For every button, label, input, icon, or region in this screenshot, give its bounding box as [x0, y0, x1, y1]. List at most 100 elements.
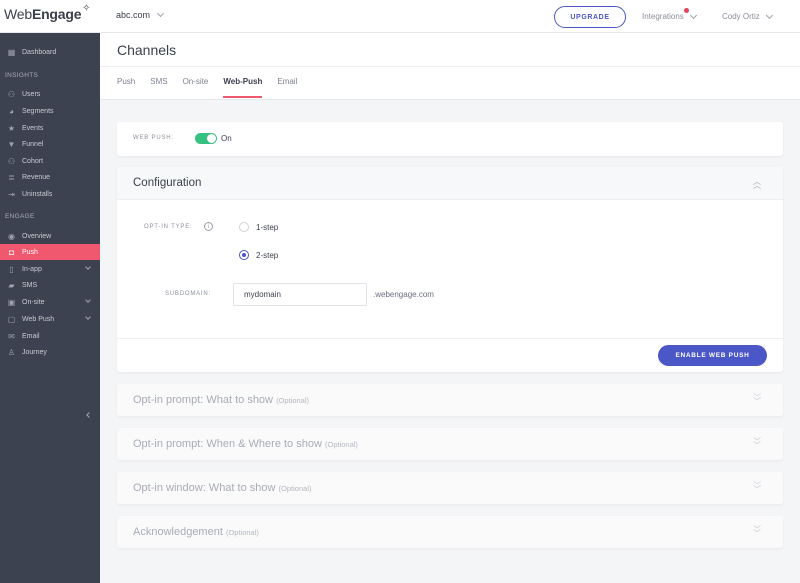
optional-note: (Optional) — [225, 528, 259, 537]
chevron-down-icon[interactable]: ﹀ ﹀ — [753, 438, 761, 450]
collapse-sidebar-icon[interactable] — [86, 412, 92, 418]
page-header: Channels Push SMS On-site Web-Push Email — [100, 33, 800, 100]
tab-sms[interactable]: SMS — [150, 77, 167, 98]
sidebar-item-label: Uninstalls — [22, 190, 53, 198]
sidebar-item-overview[interactable]: ◉ Overview — [0, 228, 100, 244]
sidebar-item-label: Journey — [22, 348, 47, 356]
on-site-icon: ▣ — [7, 297, 16, 307]
dashboard-icon: ▦ — [7, 47, 16, 57]
sidebar-item-journey[interactable]: ♙ Journey — [0, 344, 100, 360]
push-icon: ◘ — [9, 247, 14, 257]
chevron-down-icon[interactable]: ﹀ ﹀ — [753, 482, 761, 494]
optional-note: (Optional) — [324, 440, 358, 449]
info-icon[interactable]: i — [204, 222, 213, 231]
accordion-title: Opt-in prompt: What to show — [133, 394, 273, 406]
sidebar-item-web-push[interactable]: ▢ Web Push — [0, 311, 100, 327]
chevron-down-icon — [156, 9, 165, 18]
integrations-label: Integrations — [642, 12, 684, 21]
account-name: abc.com — [116, 10, 151, 20]
sidebar-item-events[interactable]: ★ Events — [0, 120, 100, 136]
sidebar-item-push[interactable]: ◘ Push — [0, 244, 100, 260]
sidebar-item-label: In-app — [22, 265, 42, 273]
sidebar-item-funnel[interactable]: ▼ Funnel — [0, 136, 100, 152]
accordion-title: Opt-in prompt: When & Where to show — [133, 438, 322, 450]
sidebar-item-uninstalls[interactable]: ⇥ Uninstalls — [0, 186, 100, 202]
web-push-status-card: WEB PUSH: On — [117, 122, 783, 156]
accordion-title: Opt-in window: What to show — [133, 482, 276, 494]
cohort-icon: ⚇ — [7, 156, 16, 166]
accordion-title: Acknowledgement — [133, 526, 223, 538]
subdomain-label: SUBDOMAIN: — [165, 291, 212, 297]
toggle-knob — [207, 134, 216, 143]
sidebar-item-on-site[interactable]: ▣ On-site — [0, 294, 100, 310]
sidebar-item-label: Events — [22, 124, 44, 132]
radio-1-step-label: 1-step — [256, 223, 279, 232]
in-app-icon: ▯ — [9, 264, 14, 274]
webengage-logo[interactable]: WebEngage ✧ — [4, 3, 91, 22]
radio-2-step[interactable] — [239, 250, 249, 260]
sidebar-item-label: Email — [22, 332, 40, 340]
sidebar-item-label: Cohort — [22, 157, 44, 165]
web-push-state: On — [221, 134, 232, 143]
channel-tabs: Push SMS On-site Web-Push Email — [117, 77, 297, 98]
sidebar-item-label: Revenue — [22, 173, 51, 181]
subdomain-input[interactable] — [233, 283, 367, 306]
tab-push[interactable]: Push — [117, 77, 135, 98]
chevron-down-icon — [689, 11, 697, 19]
accordion-opt-in-prompt-when[interactable]: Opt-in prompt: When & Where to show (Opt… — [117, 428, 783, 460]
accordion-acknowledgement[interactable]: Acknowledgement (Optional) ﹀ ﹀ — [117, 516, 783, 548]
sidebar-item-label: Web Push — [22, 315, 55, 323]
sidebar-item-label: Segments — [22, 107, 54, 115]
sidebar-item-in-app[interactable]: ▯ In-app — [0, 261, 100, 277]
section-label-engage: ENGAGE — [5, 213, 35, 220]
logo-mark-icon: ✧ — [82, 3, 91, 14]
logo-suffix: Engage — [31, 6, 82, 22]
accordion-opt-in-prompt-what[interactable]: Opt-in prompt: What to show (Optional) ﹀… — [117, 384, 783, 416]
account-switcher[interactable]: abc.com — [116, 9, 165, 20]
radio-1-step[interactable] — [239, 222, 249, 232]
user-name: Cody Ortiz — [722, 12, 760, 21]
sidebar-item-segments[interactable]: ◕ Segments — [0, 103, 100, 119]
tab-email[interactable]: Email — [277, 77, 297, 98]
tab-on-site[interactable]: On-site — [183, 77, 209, 98]
user-menu[interactable]: Cody Ortiz — [722, 11, 773, 21]
chevron-down-icon[interactable]: ﹀ ﹀ — [753, 394, 761, 406]
sidebar-item-sms[interactable]: ▰ SMS — [0, 277, 100, 293]
email-icon: ✉ — [8, 331, 15, 341]
enable-web-push-button[interactable]: ENABLE WEB PUSH — [658, 345, 767, 366]
accordion-opt-in-window[interactable]: Opt-in window: What to show (Optional) ﹀… — [117, 472, 783, 504]
sidebar-item-label: On-site — [22, 298, 45, 306]
radio-2-step-label: 2-step — [256, 251, 279, 260]
section-label-insights: INSIGHTS — [5, 72, 39, 79]
chevron-down-icon — [85, 297, 91, 303]
chevron-down-icon — [765, 11, 773, 19]
top-bar: WebEngage ✧ abc.com UPGRADE Integrations … — [0, 0, 800, 33]
web-push-icon: ▢ — [7, 314, 16, 324]
sms-icon: ▰ — [8, 280, 15, 290]
sidebar-item-label: Overview — [22, 232, 52, 240]
configuration-title: Configuration — [133, 177, 202, 189]
sidebar-item-cohort[interactable]: ⚇ Cohort — [0, 153, 100, 169]
sidebar-item-revenue[interactable]: ≣ Revenue — [0, 169, 100, 185]
events-icon: ★ — [7, 123, 16, 133]
segments-icon: ◕ — [9, 106, 14, 116]
chevron-up-icon[interactable]: ︿ ︿ — [753, 178, 761, 190]
users-icon: ⚇ — [7, 89, 16, 99]
sidebar-item-label: Funnel — [22, 140, 44, 148]
chevron-down-icon — [85, 264, 91, 270]
configuration-header[interactable]: Configuration ︿ ︿ — [117, 167, 783, 200]
notification-dot-icon — [684, 8, 689, 13]
page-title: Channels — [117, 42, 177, 58]
web-push-label: WEB PUSH: — [133, 135, 174, 141]
sidebar-item-users[interactable]: ⚇ Users — [0, 86, 100, 102]
chevron-down-icon[interactable]: ﹀ ﹀ — [753, 526, 761, 538]
chevron-down-icon — [85, 314, 91, 320]
sidebar: ▦ Dashboard INSIGHTS ⚇ Users ◕ Segments ★ E… — [0, 33, 100, 583]
web-push-toggle[interactable] — [195, 133, 217, 144]
tab-web-push[interactable]: Web-Push — [223, 77, 262, 98]
integrations-menu[interactable]: Integrations — [642, 8, 697, 21]
opt-in-type-label: OPT-IN TYPE: — [144, 224, 193, 230]
sidebar-item-dashboard[interactable]: ▦ Dashboard — [0, 44, 100, 60]
upgrade-button[interactable]: UPGRADE — [554, 6, 626, 28]
sidebar-item-email[interactable]: ✉ Email — [0, 328, 100, 344]
